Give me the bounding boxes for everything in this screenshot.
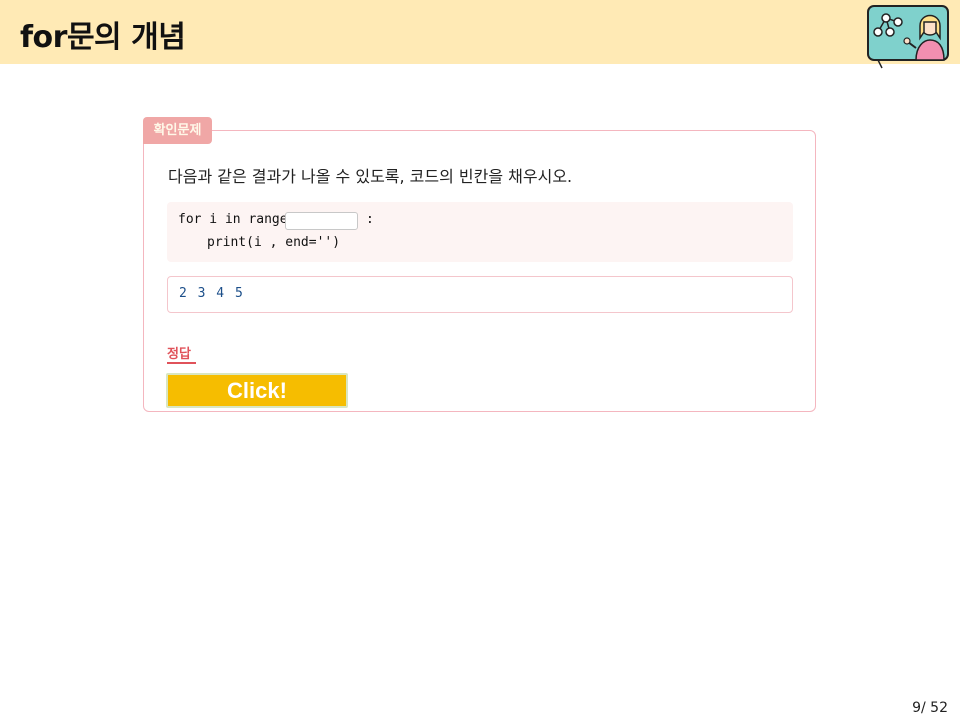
code-line-2: print(i , end='') [207, 235, 341, 250]
page-number: 9/ 52 [912, 700, 948, 716]
code-block [167, 202, 793, 262]
teacher-illustration-icon [867, 5, 949, 69]
answer-underline [167, 362, 196, 364]
code-line-1-colon: : [366, 212, 374, 227]
exercise-badge: 확인문제 [143, 117, 212, 144]
question-text: 다음과 같은 결과가 나올 수 있도록, 코드의 빈칸을 채우시오. [168, 167, 573, 186]
answer-label: 정답 [167, 347, 191, 362]
code-line-1: for i in range [178, 212, 288, 227]
output-box [167, 276, 793, 313]
page-title: for문의 개념 [20, 20, 186, 55]
reveal-answer-button[interactable]: Click! [166, 373, 348, 408]
output-text: 2 3 4 5 [179, 286, 243, 301]
code-blank-input[interactable] [285, 212, 358, 230]
